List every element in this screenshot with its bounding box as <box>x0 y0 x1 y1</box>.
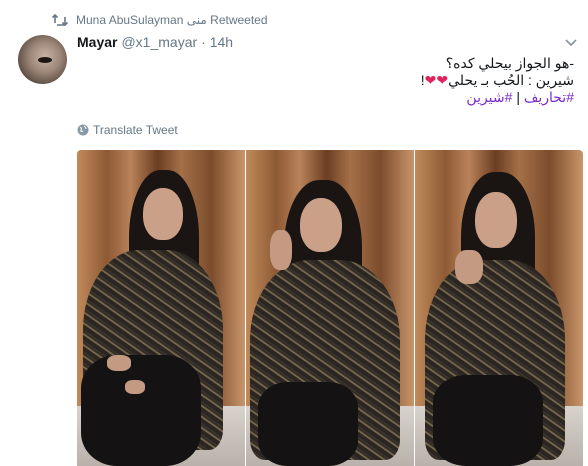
retweet-context: Muna AbuSulayman منى Retweeted <box>52 11 268 29</box>
author-handle[interactable]: @x1_mayar <box>121 34 197 50</box>
translate-label: Translate Tweet <box>93 123 178 137</box>
tweet-header: Mayar @x1_mayar · 14h <box>77 34 233 50</box>
globe-icon <box>77 124 89 136</box>
hashtag-link[interactable]: #شيرين <box>466 89 512 105</box>
retweet-label[interactable]: Muna AbuSulayman منى Retweeted <box>76 13 268 27</box>
chevron-down-icon[interactable] <box>564 38 578 48</box>
author-avatar[interactable] <box>18 35 67 84</box>
tweet-text: -هو الجواز بيحلي كده؟ شيرين : الحُب بـ ي… <box>174 55 574 106</box>
tweet-photo-2[interactable] <box>246 150 414 466</box>
tweet-photo-1[interactable] <box>77 150 245 466</box>
tweet-timestamp[interactable]: · 14h <box>201 34 233 50</box>
tweet-line-2: شيرين : الحُب بـ يحلي❤❤! <box>420 72 574 88</box>
tweet-line-1: -هو الجواز بيحلي كده؟ <box>445 55 574 71</box>
hashtag-link[interactable]: #تحاريف <box>524 89 574 105</box>
tweet-media-grid[interactable] <box>77 150 583 466</box>
heart-emoji-icon: ❤❤ <box>424 72 449 88</box>
hashtag-line: #تحاريف | #شيرين <box>466 89 574 105</box>
translate-tweet-button[interactable]: Translate Tweet <box>77 123 178 137</box>
author-name[interactable]: Mayar <box>77 34 117 50</box>
tweet-photo-3[interactable] <box>415 150 583 466</box>
retweet-icon <box>52 13 68 27</box>
